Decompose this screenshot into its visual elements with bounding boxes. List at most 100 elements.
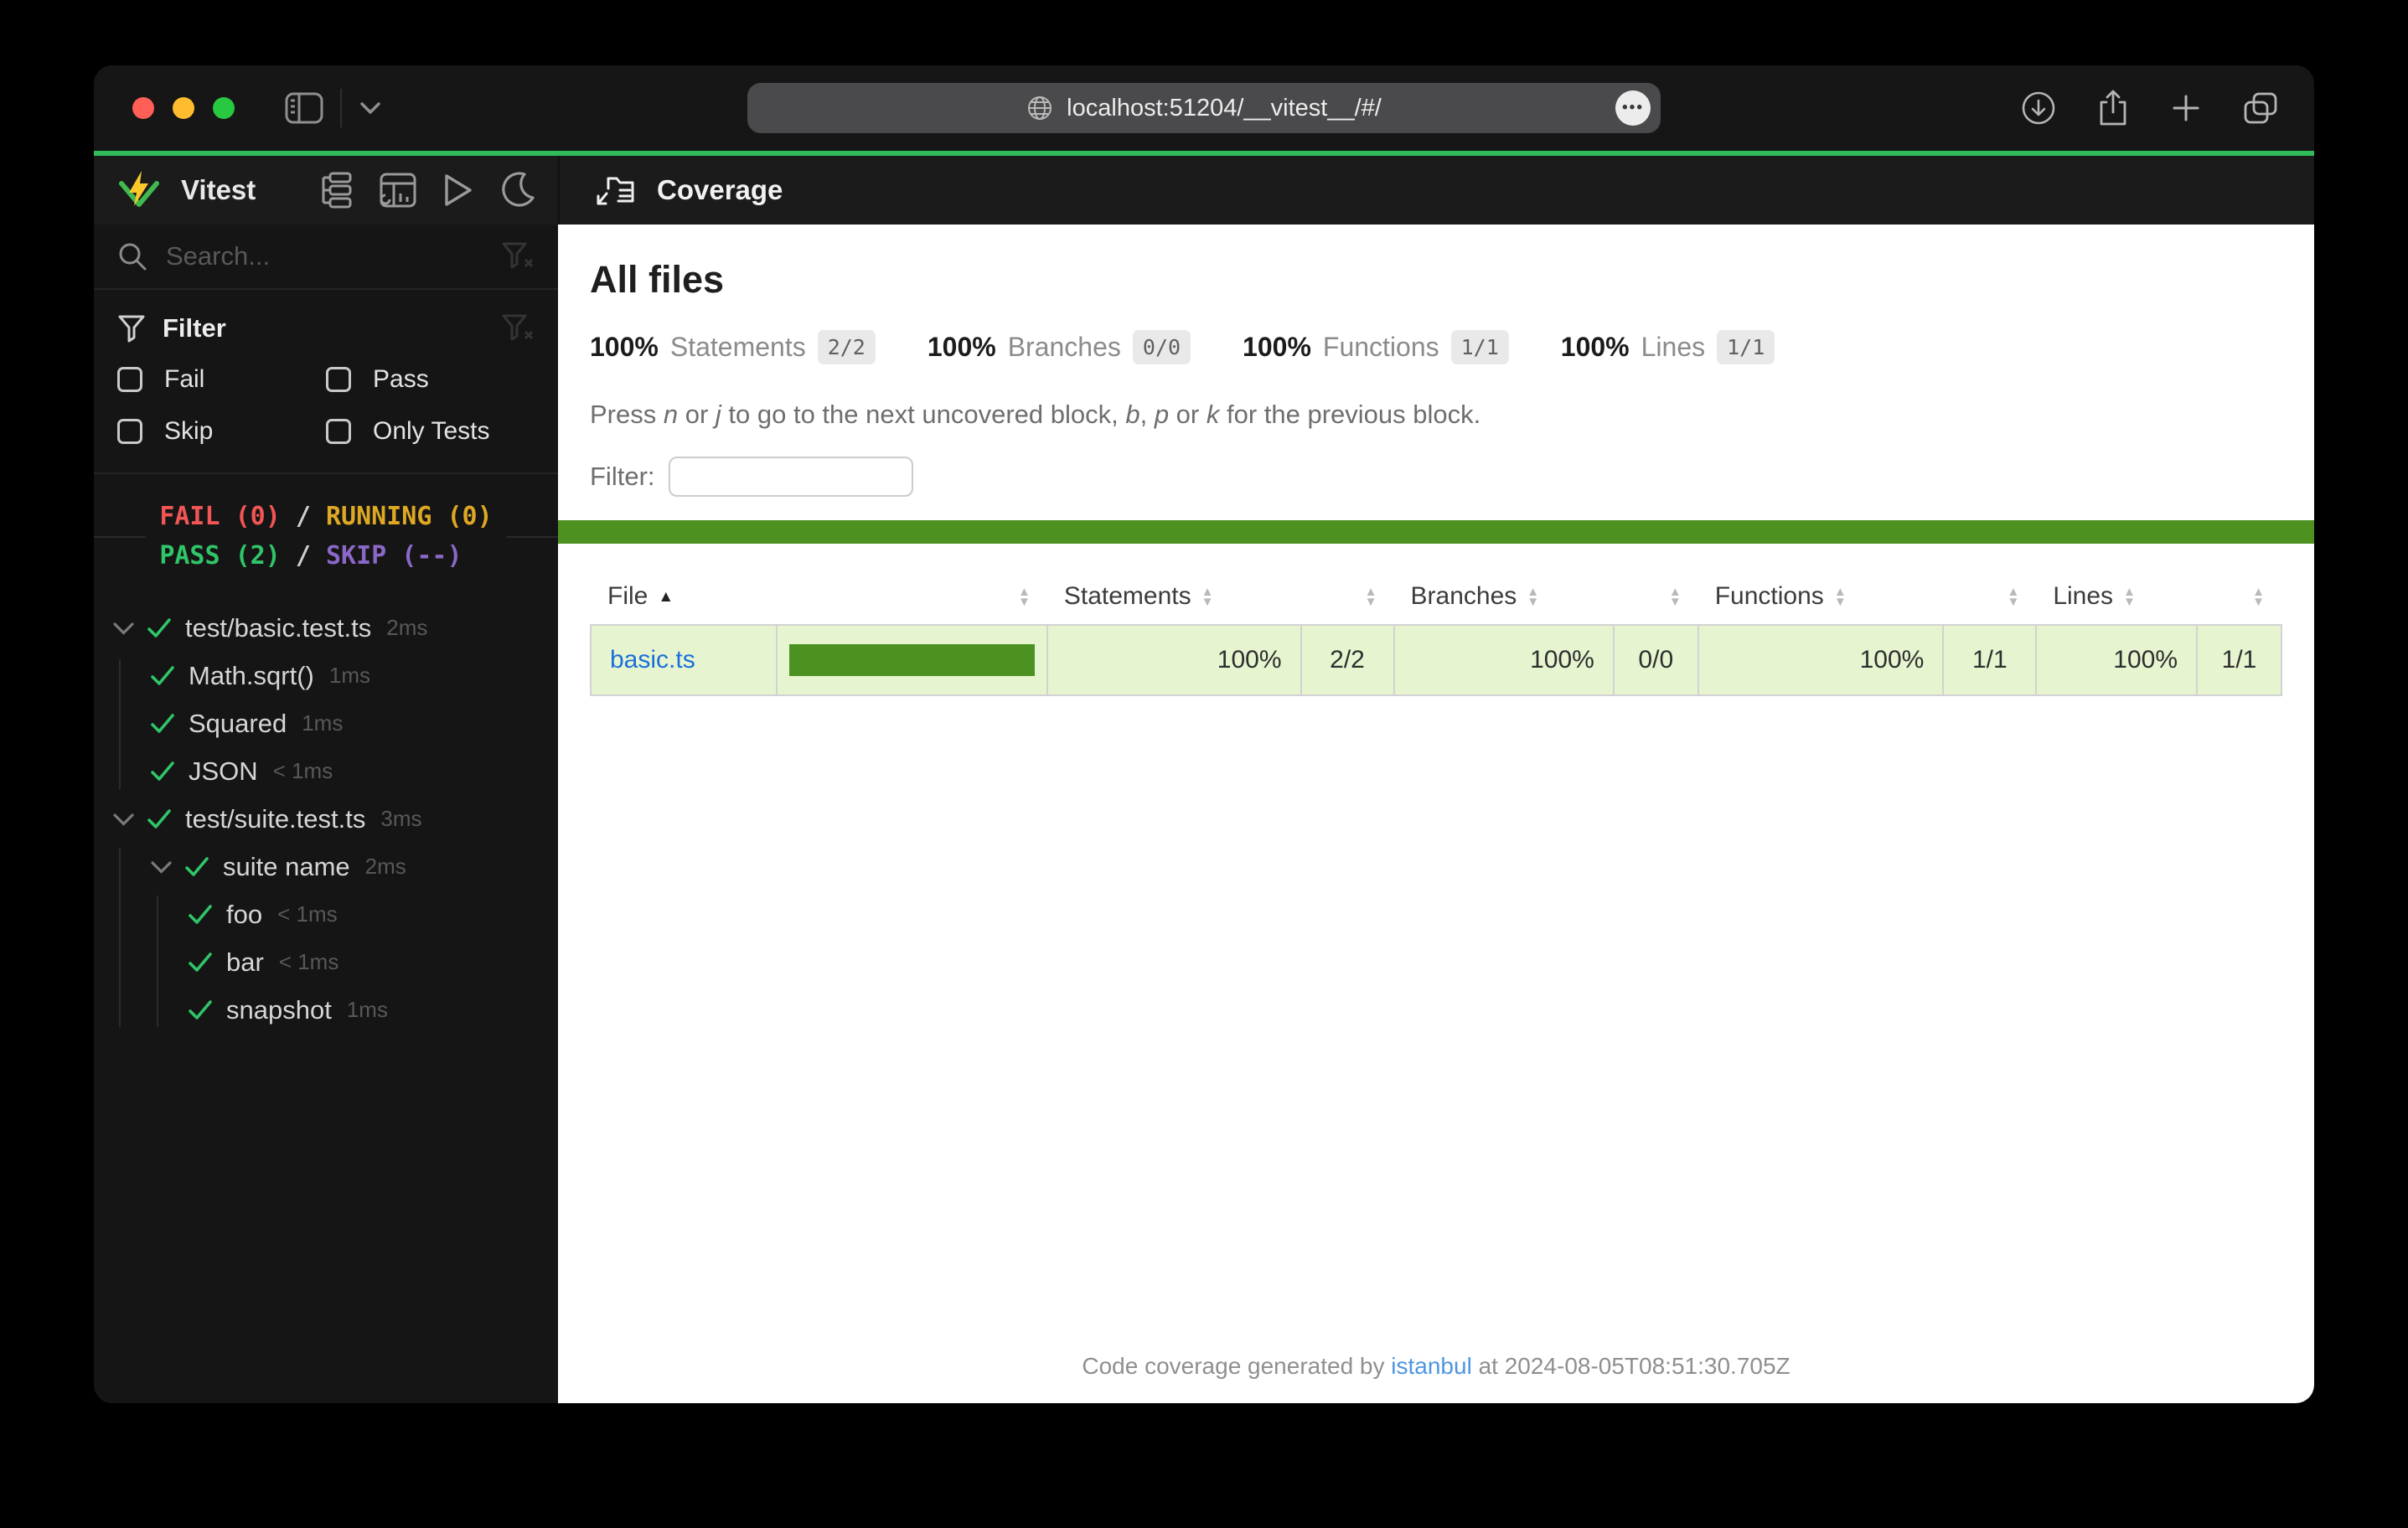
- test-run-summary: FAIL (0) / RUNNING (0) PASS (2) / SKIP (…: [94, 474, 558, 599]
- chevron-down-icon[interactable]: [112, 811, 135, 828]
- checkbox-label: Skip: [164, 417, 213, 446]
- istanbul-link[interactable]: istanbul: [1391, 1353, 1472, 1379]
- checkbox-fail[interactable]: Fail: [117, 365, 326, 394]
- lines-abs-cell: 1/1: [2197, 625, 2281, 695]
- test-tree: test/basic.test.ts 2ms Math.sqrt() 1ms S…: [94, 599, 558, 1403]
- running-count: RUNNING (0): [326, 502, 493, 531]
- sorter-icon[interactable]: [1669, 587, 1682, 607]
- search-icon: [117, 241, 147, 271]
- test-label: snapshot: [226, 995, 332, 1025]
- dashboard-view-icon[interactable]: [379, 172, 417, 209]
- chevron-down-icon[interactable]: [150, 859, 173, 875]
- sort-functions-header[interactable]: Functions: [1698, 569, 1944, 625]
- tree-item-file[interactable]: test/suite.test.ts 3ms: [94, 795, 558, 843]
- run-all-tests-icon[interactable]: [442, 173, 474, 208]
- checkbox-only-tests[interactable]: Only Tests: [326, 417, 535, 446]
- pass-check-icon: [188, 999, 213, 1022]
- dark-mode-toggle-icon[interactable]: [499, 172, 535, 209]
- test-label: Math.sqrt(): [189, 661, 314, 691]
- sorter-icon[interactable]: [1527, 587, 1539, 607]
- checkbox-label: Fail: [164, 365, 204, 394]
- test-label: test/basic.test.ts: [185, 613, 371, 643]
- metric-fraction-badge: 2/2: [818, 330, 876, 364]
- lines-pct-cell: 100%: [2036, 625, 2197, 695]
- sorter-icon[interactable]: [1201, 587, 1214, 607]
- close-window-button[interactable]: [132, 97, 154, 119]
- metric-lines: 100% Lines 1/1: [1561, 330, 1775, 364]
- sort-chart-header[interactable]: [777, 569, 1047, 625]
- clear-search-filter-icon[interactable]: [501, 241, 535, 271]
- test-duration: < 1ms: [273, 758, 333, 784]
- sort-functions-abs-header[interactable]: [1943, 569, 2036, 625]
- pass-check-icon: [147, 617, 172, 640]
- branches-pct-cell: 100%: [1394, 625, 1614, 695]
- url-bar[interactable]: localhost:51204/__vitest__/#/ •••: [747, 83, 1661, 133]
- tree-item-test[interactable]: bar < 1ms: [94, 938, 558, 986]
- app-title: Vitest: [181, 174, 256, 206]
- pass-check-icon: [147, 808, 172, 831]
- zoom-window-button[interactable]: [213, 97, 235, 119]
- page-settings-button[interactable]: •••: [1615, 90, 1651, 126]
- minimize-window-button[interactable]: [173, 97, 194, 119]
- metric-fraction-badge: 1/1: [1717, 330, 1775, 364]
- checkbox-label: Pass: [373, 365, 429, 394]
- downloads-icon[interactable]: [2021, 90, 2056, 126]
- pass-check-icon: [150, 712, 175, 736]
- table-header-row: File Statements Branches Functions Lines: [591, 569, 2281, 625]
- clear-filter-icon[interactable]: [501, 313, 535, 343]
- file-link[interactable]: basic.ts: [610, 646, 695, 674]
- checkbox-box[interactable]: [117, 367, 142, 392]
- test-tree-view-icon[interactable]: [317, 171, 354, 209]
- branches-abs-cell: 0/0: [1614, 625, 1698, 695]
- tree-item-suite[interactable]: suite name 2ms: [94, 843, 558, 890]
- sorter-icon[interactable]: [2007, 587, 2019, 607]
- tree-item-test[interactable]: snapshot 1ms: [94, 986, 558, 1034]
- keyboard-hint: Press n or j to go to the next uncovered…: [590, 400, 2282, 430]
- tree-guide-line: [157, 896, 158, 1027]
- sort-branches-abs-header[interactable]: [1614, 569, 1698, 625]
- sort-file-header[interactable]: File: [591, 569, 777, 625]
- share-icon[interactable]: [2096, 89, 2130, 127]
- tab-overview-icon[interactable]: [2242, 90, 2279, 126]
- tree-guide-line: [119, 659, 121, 789]
- tree-item-test[interactable]: JSON < 1ms: [94, 747, 558, 795]
- sidebar-toggle-icon[interactable]: [285, 92, 323, 124]
- sort-lines-abs-header[interactable]: [2197, 569, 2281, 625]
- chevron-down-icon[interactable]: [112, 620, 135, 637]
- checkbox-skip[interactable]: Skip: [117, 417, 326, 446]
- divider: [506, 536, 558, 538]
- sorter-icon[interactable]: [1018, 587, 1031, 607]
- sort-statements-abs-header[interactable]: [1301, 569, 1394, 625]
- pass-check-icon: [188, 951, 213, 974]
- coverage-folder-icon: [595, 172, 635, 209]
- sorter-icon[interactable]: [1834, 587, 1847, 607]
- checkbox-box[interactable]: [117, 419, 142, 444]
- search-bar[interactable]: Search...: [94, 225, 558, 290]
- chevron-down-icon[interactable]: [359, 101, 382, 116]
- metric-statements: 100% Statements 2/2: [590, 330, 876, 364]
- coverage-header: Coverage: [558, 156, 2314, 225]
- tree-item-test[interactable]: Squared 1ms: [94, 699, 558, 747]
- traffic-lights: [132, 97, 235, 119]
- sort-statements-header[interactable]: Statements: [1047, 569, 1301, 625]
- test-label: foo: [226, 900, 262, 930]
- sorter-icon[interactable]: [1365, 587, 1377, 607]
- toolbar-divider: [340, 89, 342, 127]
- sort-lines-header[interactable]: Lines: [2036, 569, 2197, 625]
- search-placeholder: Search...: [166, 241, 270, 271]
- checkbox-box[interactable]: [326, 367, 351, 392]
- tree-item-test[interactable]: Math.sqrt() 1ms: [94, 652, 558, 699]
- sorter-icon[interactable]: [2252, 587, 2265, 607]
- tree-item-file[interactable]: test/basic.test.ts 2ms: [94, 604, 558, 652]
- metric-fraction-badge: 0/0: [1133, 330, 1191, 364]
- sort-branches-header[interactable]: Branches: [1394, 569, 1614, 625]
- sorter-icon[interactable]: [2123, 587, 2136, 607]
- metric-fraction-badge: 1/1: [1451, 330, 1509, 364]
- test-duration: < 1ms: [277, 901, 338, 927]
- file-filter-input[interactable]: [669, 457, 913, 497]
- tree-item-test[interactable]: foo < 1ms: [94, 890, 558, 938]
- new-tab-icon[interactable]: [2170, 92, 2202, 124]
- pass-check-icon: [150, 664, 175, 688]
- checkbox-pass[interactable]: Pass: [326, 365, 535, 394]
- checkbox-box[interactable]: [326, 419, 351, 444]
